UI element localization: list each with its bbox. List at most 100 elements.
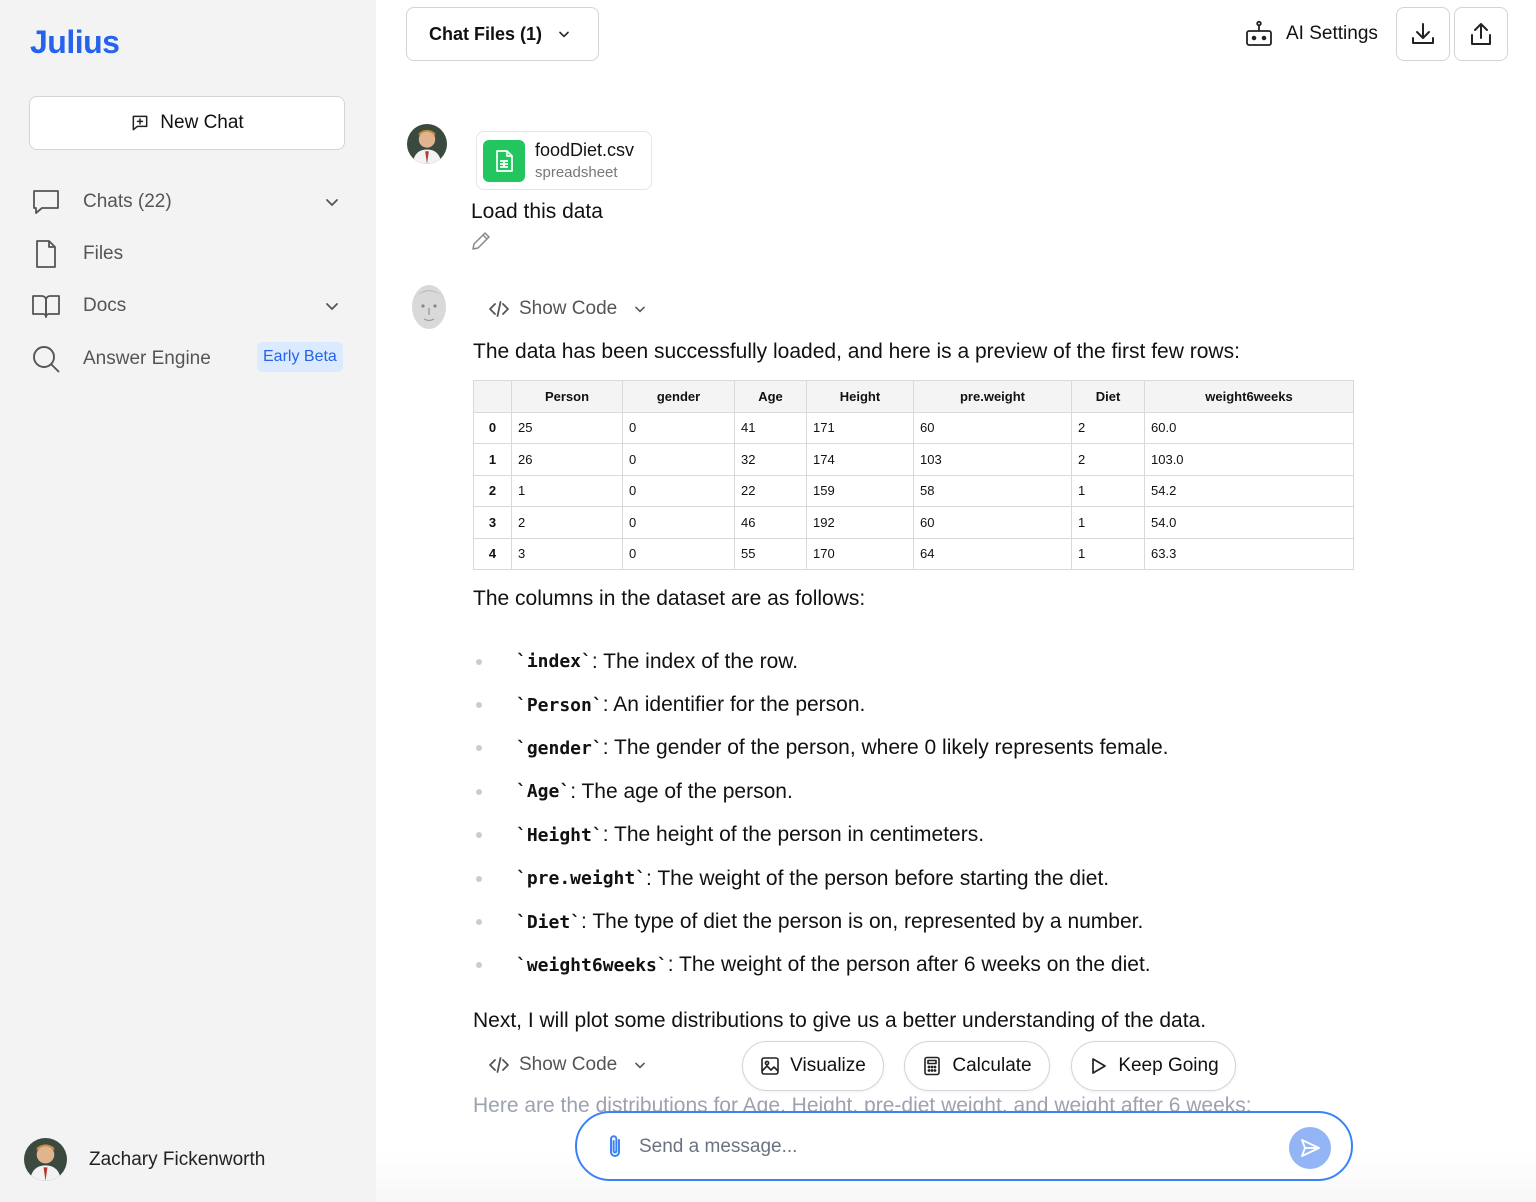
chevron-down-icon[interactable] xyxy=(322,296,342,316)
list-item: `index`: The index of the row. xyxy=(476,640,1168,683)
ai-settings-label: AI Settings xyxy=(1286,23,1378,44)
search-icon xyxy=(30,343,62,375)
columns-list: `index`: The index of the row. `Person`: … xyxy=(476,640,1168,987)
list-item: `Age`: The age of the person. xyxy=(476,770,1168,813)
column-name: `gender` xyxy=(516,737,603,759)
chat-files-label: Chat Files (1) xyxy=(429,23,543,44)
table-cell: 60 xyxy=(913,506,1072,539)
table-row: 2 1 0 22 159 58 1 54.2 xyxy=(473,474,1354,507)
share-button[interactable] xyxy=(1454,7,1508,61)
table-header-cell: gender xyxy=(622,380,735,413)
edit-pencil-icon[interactable] xyxy=(470,230,492,252)
user-name: Zachary Fickenworth xyxy=(89,1148,266,1170)
table-cell: 0 xyxy=(622,443,735,476)
assistant-intro-text: The data has been successfully loaded, a… xyxy=(473,340,1240,363)
table-cell: 41 xyxy=(734,411,807,444)
message-composer xyxy=(575,1111,1353,1181)
sidebar: Julius New Chat Chats (22) Files Docs An… xyxy=(0,0,376,1202)
table-row: 4 3 0 55 170 64 1 63.3 xyxy=(473,537,1354,570)
visualize-button[interactable]: Visualize xyxy=(742,1041,884,1091)
table-row-index: 2 xyxy=(473,474,512,507)
table-row-index: 4 xyxy=(473,537,512,570)
image-icon xyxy=(761,1057,779,1075)
chevron-down-icon xyxy=(635,306,646,313)
upload-icon xyxy=(1471,23,1491,45)
table-header-cell: Height xyxy=(806,380,914,413)
chevron-down-icon xyxy=(559,31,569,38)
table-cell: 159 xyxy=(806,474,914,507)
new-chat-icon xyxy=(132,115,148,131)
show-code-label: Show Code xyxy=(519,1054,618,1075)
table-cell: 174 xyxy=(806,443,914,476)
sidebar-item-answer-engine[interactable]: Answer Engine Early Beta xyxy=(30,341,346,377)
table-row: 1 26 0 32 174 103 2 103.0 xyxy=(473,443,1354,476)
bullet-dot xyxy=(476,962,482,969)
column-description: : The index of the row. xyxy=(591,649,799,673)
table-cell: 1 xyxy=(511,474,623,507)
table-header-cell: pre.weight xyxy=(913,380,1072,413)
table-cell: 1 xyxy=(1071,506,1145,539)
attachment-card[interactable]: foodDiet.csv spreadsheet xyxy=(476,131,652,190)
message-input[interactable] xyxy=(639,1127,1279,1167)
table-cell: 46 xyxy=(734,506,807,539)
user-message-text: Load this data xyxy=(471,200,603,223)
visualize-label: Visualize xyxy=(790,1055,866,1076)
table-cell: 64 xyxy=(913,537,1072,570)
calculator-icon xyxy=(924,1056,941,1076)
table-cell: 1 xyxy=(1071,537,1145,570)
data-preview-table: Person gender Age Height pre.weight Diet… xyxy=(473,380,1354,570)
list-item: `Diet`: The type of diet the person is o… xyxy=(476,900,1168,943)
next-step-text: Next, I will plot some distributions to … xyxy=(473,1009,1207,1032)
download-button[interactable] xyxy=(1396,7,1450,61)
sidebar-item-files[interactable]: Files xyxy=(30,236,346,272)
table-cell: 192 xyxy=(806,506,914,539)
columns-intro-text: The columns in the dataset are as follow… xyxy=(473,587,866,610)
paperclip-icon[interactable] xyxy=(603,1133,629,1161)
table-header-cell: weight6weeks xyxy=(1144,380,1354,413)
table-cell: 26 xyxy=(511,443,623,476)
bullet-dot xyxy=(476,658,482,665)
robot-icon xyxy=(1246,20,1272,46)
table-cell: 55 xyxy=(734,537,807,570)
spreadsheet-icon xyxy=(483,139,525,182)
calculate-button[interactable]: Calculate xyxy=(904,1041,1050,1091)
bullet-dot xyxy=(476,832,482,839)
table-cell: 171 xyxy=(806,411,914,444)
column-description: : The type of diet the person is on, rep… xyxy=(581,910,1144,934)
user-profile[interactable]: Zachary Fickenworth xyxy=(24,1138,265,1181)
keep-going-button[interactable]: Keep Going xyxy=(1071,1041,1236,1091)
table-cell: 54.2 xyxy=(1144,474,1354,507)
table-row-index: 3 xyxy=(473,506,512,539)
sidebar-item-chats[interactable]: Chats (22) xyxy=(30,184,346,220)
column-description: : An identifier for the person. xyxy=(602,693,866,717)
chat-files-dropdown[interactable]: Chat Files (1) xyxy=(406,7,599,61)
table-row-index: 0 xyxy=(473,411,512,444)
book-icon xyxy=(30,290,62,322)
table-row: 3 2 0 46 192 60 1 54.0 xyxy=(473,506,1354,539)
chat-bubble-icon xyxy=(30,186,62,218)
new-chat-button[interactable]: New Chat xyxy=(29,96,345,150)
bullet-dot xyxy=(476,702,482,709)
send-button[interactable] xyxy=(1289,1127,1331,1169)
show-code-toggle[interactable]: Show Code xyxy=(488,295,648,323)
column-name: `Height` xyxy=(516,824,603,846)
table-cell: 1 xyxy=(1071,474,1145,507)
sidebar-item-label: Files xyxy=(83,243,124,264)
user-message-avatar xyxy=(407,124,447,164)
column-name: `weight6weeks` xyxy=(516,954,668,976)
table-row: 0 25 0 41 171 60 2 60.0 xyxy=(473,411,1354,444)
chevron-down-icon[interactable] xyxy=(322,192,342,212)
table-cell: 170 xyxy=(806,537,914,570)
calculate-label: Calculate xyxy=(952,1055,1032,1076)
column-description: : The age of the person. xyxy=(570,779,793,803)
table-header-cell: Age xyxy=(734,380,807,413)
column-name: `pre.weight` xyxy=(516,868,647,890)
app-logo[interactable]: Julius xyxy=(30,24,120,61)
table-row-index: 1 xyxy=(473,443,512,476)
bullet-dot xyxy=(476,745,482,752)
show-code-toggle[interactable]: Show Code xyxy=(488,1051,648,1079)
sidebar-item-docs[interactable]: Docs xyxy=(30,288,346,324)
table-cell: 3 xyxy=(511,537,623,570)
ai-settings-button[interactable]: AI Settings xyxy=(1244,16,1378,52)
table-cell: 60.0 xyxy=(1144,411,1354,444)
